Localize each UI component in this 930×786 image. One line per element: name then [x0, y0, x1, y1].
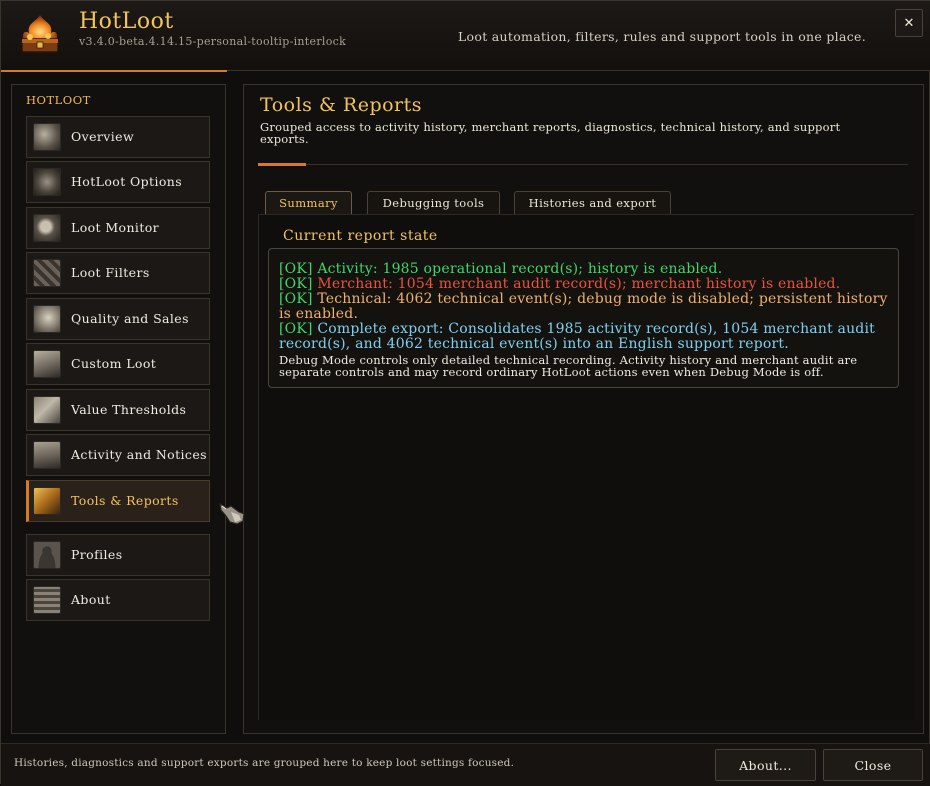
sidebar: HOTLOOT Overview HotLoot Options Loot Mo…	[11, 84, 226, 734]
report-line-technical: [OK] Technical: 4062 technical event(s);…	[279, 292, 891, 322]
status-ok-tag: [OK]	[279, 321, 313, 337]
title-accent-rule	[258, 163, 306, 166]
header-divider	[227, 70, 930, 71]
sidebar-item-about[interactable]: About	[26, 579, 210, 621]
loot-filters-icon	[33, 259, 61, 287]
report-text: Technical: 4062 technical event(s); debu…	[279, 291, 888, 322]
sidebar-item-label: Custom Loot	[71, 356, 157, 371]
sidebar-item-loot-filters[interactable]: Loot Filters	[26, 252, 210, 294]
page-subtitle: Grouped access to activity history, merc…	[260, 120, 841, 146]
header-accent-rule	[1, 70, 227, 72]
status-ok-tag: [OK]	[279, 276, 313, 292]
about-button[interactable]: About...	[715, 749, 816, 781]
tab-summary[interactable]: Summary	[265, 191, 352, 214]
hotloot-logo-icon	[21, 15, 59, 53]
value-thresholds-icon	[33, 396, 61, 424]
loot-monitor-icon	[33, 214, 61, 242]
footer-hint: Histories, diagnostics and support expor…	[14, 757, 515, 769]
sidebar-item-overview[interactable]: Overview	[26, 116, 210, 158]
sidebar-item-label: About	[71, 592, 111, 607]
sidebar-item-label: Overview	[71, 129, 135, 144]
sidebar-item-profiles[interactable]: Profiles	[26, 534, 210, 576]
status-ok-tag: [OK]	[279, 291, 313, 307]
sidebar-item-hotloot-options[interactable]: HotLoot Options	[26, 161, 210, 203]
options-gear-icon	[33, 168, 61, 196]
tab-debugging-tools[interactable]: Debugging tools	[367, 191, 500, 214]
sidebar-item-label: Quality and Sales	[71, 311, 189, 326]
sidebar-item-label: Loot Filters	[71, 265, 150, 280]
tab-histories-and-export[interactable]: Histories and export	[514, 191, 671, 214]
gauntlet-cursor-icon	[219, 502, 245, 525]
sidebar-item-label: Activity and Notices	[71, 447, 207, 462]
sidebar-item-custom-loot[interactable]: Custom Loot	[26, 343, 210, 385]
window-header: HotLoot v3.4.0-beta.4.14.15-personal-too…	[1, 1, 930, 71]
sidebar-item-label: Profiles	[71, 547, 123, 562]
report-line-complete-export: [OK] Complete export: Consolidates 1985 …	[279, 322, 891, 352]
overview-icon	[33, 123, 61, 151]
activity-notices-icon	[33, 441, 61, 469]
tools-reports-icon	[33, 487, 61, 515]
close-window-button[interactable]: ✕	[895, 9, 923, 37]
about-icon	[33, 586, 61, 614]
debug-mode-note: Debug Mode controls only detailed techni…	[279, 353, 858, 379]
app-tagline: Loot automation, filters, rules and supp…	[457, 29, 866, 44]
status-ok-tag: [OK]	[279, 261, 313, 277]
sidebar-item-value-thresholds[interactable]: Value Thresholds	[26, 389, 210, 431]
sidebar-item-activity-and-notices[interactable]: Activity and Notices	[26, 434, 210, 476]
sidebar-item-label: Value Thresholds	[71, 402, 187, 417]
sidebar-item-label: HotLoot Options	[71, 174, 183, 189]
profiles-icon	[33, 541, 61, 569]
custom-loot-icon	[33, 350, 61, 378]
report-text: Activity: 1985 operational record(s); hi…	[317, 261, 723, 277]
quality-sales-icon	[33, 305, 61, 333]
sidebar-heading: HOTLOOT	[26, 93, 91, 107]
title-divider	[258, 164, 908, 165]
sidebar-item-label: Tools & Reports	[71, 493, 179, 508]
section-title: Current report state	[283, 228, 438, 244]
close-button[interactable]: Close	[823, 749, 923, 781]
app-version: v3.4.0-beta.4.14.15-personal-tooltip-int…	[79, 35, 347, 48]
sidebar-item-quality-and-sales[interactable]: Quality and Sales	[26, 298, 210, 340]
main-panel: Tools & Reports Grouped access to activi…	[243, 84, 924, 734]
report-line-merchant: [OK] Merchant: 1054 merchant audit recor…	[279, 277, 891, 292]
addon-window: HotLoot v3.4.0-beta.4.14.15-personal-too…	[0, 0, 930, 786]
sidebar-item-label: Loot Monitor	[71, 220, 160, 235]
footer-bar: Histories, diagnostics and support expor…	[1, 743, 930, 786]
page-title: Tools & Reports	[260, 94, 423, 116]
report-line-activity: [OK] Activity: 1985 operational record(s…	[279, 262, 891, 277]
close-icon: ✕	[903, 15, 915, 31]
report-text: Merchant: 1054 merchant audit record(s);…	[317, 276, 841, 292]
report-text: Complete export: Consolidates 1985 activ…	[279, 321, 875, 352]
report-state-box: [OK] Activity: 1985 operational record(s…	[268, 248, 899, 388]
sidebar-item-tools-and-reports[interactable]: Tools & Reports	[26, 480, 210, 522]
sidebar-item-loot-monitor[interactable]: Loot Monitor	[26, 207, 210, 249]
app-title: HotLoot	[79, 9, 174, 34]
